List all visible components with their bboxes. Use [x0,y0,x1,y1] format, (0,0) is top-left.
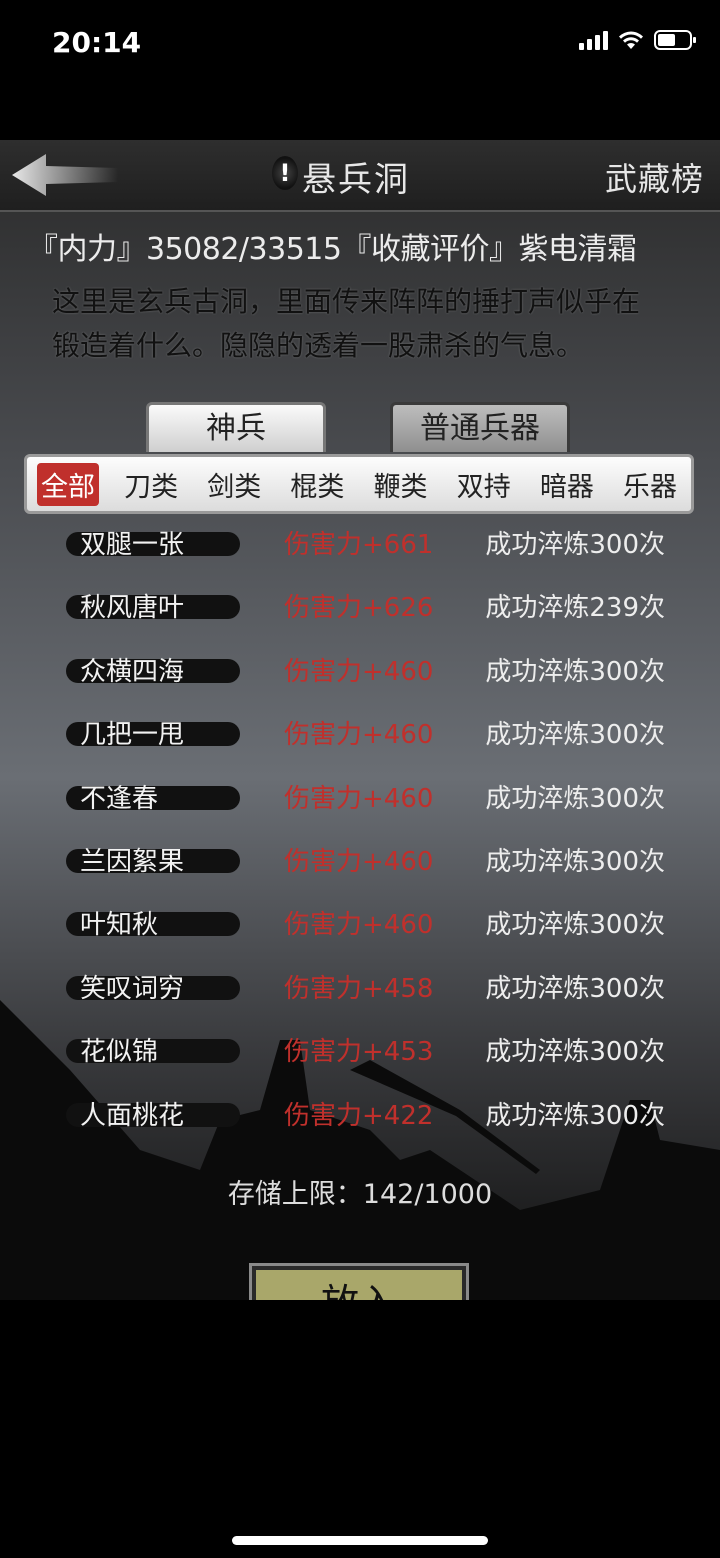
weapon-damage: 伤害力+460 [284,720,434,751]
home-indicator[interactable] [232,1536,488,1545]
signal-icon [579,30,608,50]
filter-staff[interactable]: 棍类 [286,463,348,506]
alert-icon: ! [272,156,298,190]
battery-icon [654,30,696,50]
weapon-name: 几把一甩 [80,720,185,751]
weapon-name: 笑叹词穷 [80,973,185,1004]
weapon-temper-count: 成功淬炼300次 [485,720,665,751]
weapon-row[interactable]: 笑叹词穷 伤害力+458 成功淬炼300次 [20,958,695,1021]
weapon-temper-count: 成功淬炼300次 [485,530,665,560]
weapon-row[interactable]: 叶知秋 伤害力+460 成功淬炼300次 [20,894,695,957]
weapon-row[interactable]: 人面桃花 伤害力+422 成功淬炼300次 [20,1085,695,1148]
filter-whip[interactable]: 鞭类 [370,463,432,506]
weapon-temper-count: 成功淬炼300次 [485,783,665,814]
filter-instrument[interactable]: 乐器 [619,463,681,506]
filter-all[interactable]: 全部 [37,462,99,506]
status-time: 20:14 [52,26,142,59]
weapon-name: 秋风唐叶 [80,593,185,624]
weapon-temper-count: 成功淬炼300次 [485,1100,665,1131]
filter-blade[interactable]: 刀类 [120,463,182,506]
weapon-row[interactable]: 兰因絮果 伤害力+460 成功淬炼300次 [20,831,695,894]
location-description: 这里是玄兵古洞，里面传来阵阵的捶打声似乎在锻造着什么。隐隐的透着一股肃杀的气息。 [52,285,641,362]
filter-dual[interactable]: 双持 [453,463,515,506]
weapon-name: 众横四海 [80,656,185,687]
back-arrow-icon[interactable] [10,152,120,198]
category-tabs: 神兵 普通兵器 [146,402,576,454]
weapon-temper-count: 成功淬炼300次 [485,656,665,687]
tab-normal-weapons[interactable]: 普通兵器 [390,402,570,452]
weapon-row[interactable]: 几把一甩 伤害力+460 成功淬炼300次 [20,704,695,767]
title-bar: ! 悬兵洞 武藏榜 [0,140,720,212]
weapon-damage: 伤害力+453 [284,1037,434,1068]
weapon-list: 双腿一张 伤害力+661 成功淬炼300次 秋风唐叶 伤害力+626 成功淬炼2… [20,514,695,1148]
weapon-name: 人面桃花 [80,1100,185,1131]
weapon-filter-bar: 全部 刀类 剑类 棍类 鞭类 双持 暗器 乐器 [24,454,694,514]
weapon-row[interactable]: 众横四海 伤害力+460 成功淬炼300次 [20,641,695,704]
storage-limit: 存储上限：142/1000 [227,1179,493,1210]
weapon-row[interactable]: 双腿一张 伤害力+661 成功淬炼300次 [20,514,695,577]
game-screen: ! 悬兵洞 武藏榜 『内力』35082/33515『收藏评价』紫电清霜 这里是玄… [0,140,720,1300]
weapon-temper-count: 成功淬炼239次 [485,593,665,624]
weapon-damage: 伤害力+422 [284,1100,434,1131]
weapon-damage: 伤害力+460 [284,910,434,941]
filter-hidden[interactable]: 暗器 [536,463,598,506]
weapon-damage: 伤害力+661 [284,530,434,560]
weapon-name: 兰因絮果 [80,846,185,877]
weapon-name: 双腿一张 [80,530,185,560]
weapon-damage: 伤害力+460 [284,783,434,814]
weapon-damage: 伤害力+626 [284,593,434,624]
weapon-row[interactable]: 秋风唐叶 伤害力+626 成功淬炼239次 [20,577,695,640]
weapon-temper-count: 成功淬炼300次 [485,973,665,1004]
weapon-row[interactable]: 不逢春 伤害力+460 成功淬炼300次 [20,768,695,831]
weapon-temper-count: 成功淬炼300次 [485,846,665,877]
rank-button[interactable]: 武藏榜 [605,154,704,200]
weapon-damage: 伤害力+460 [284,656,434,687]
weapon-damage: 伤害力+460 [284,846,434,877]
filter-sword[interactable]: 剑类 [203,463,265,506]
put-in-button[interactable]: 放入 [249,1263,469,1300]
page-title: 悬兵洞 [302,160,410,200]
stats-line: 『内力』35082/33515『收藏评价』紫电清霜 [28,232,637,267]
weapon-row[interactable]: 花似锦 伤害力+453 成功淬炼300次 [20,1021,695,1084]
weapon-temper-count: 成功淬炼300次 [485,1037,665,1068]
weapon-name: 花似锦 [80,1037,159,1068]
weapon-damage: 伤害力+458 [284,973,434,1004]
tab-divine-weapons[interactable]: 神兵 [146,402,326,452]
wifi-icon [619,31,643,49]
weapon-temper-count: 成功淬炼300次 [485,910,665,941]
weapon-name: 叶知秋 [80,910,159,941]
weapon-name: 不逢春 [80,783,159,814]
status-bar: 20:14 [0,0,720,90]
status-icons [579,30,696,50]
